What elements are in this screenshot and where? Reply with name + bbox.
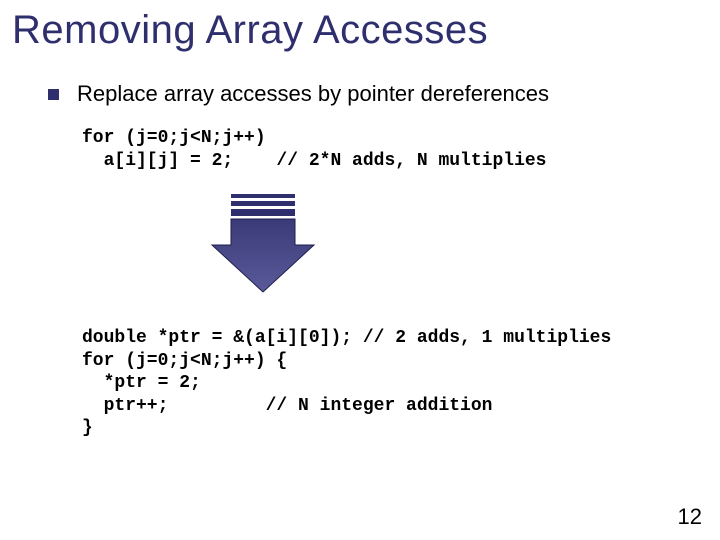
bullet-item: Replace array accesses by pointer derefe… bbox=[48, 81, 720, 107]
code-before: for (j=0;j<N;j++) a[i][j] = 2; // 2*N ad… bbox=[82, 127, 720, 172]
slide-content: Replace array accesses by pointer derefe… bbox=[0, 53, 720, 440]
code-line: for (j=0;j<N;j++) { bbox=[82, 351, 287, 371]
bullet-text: Replace array accesses by pointer derefe… bbox=[77, 81, 549, 107]
square-bullet-icon bbox=[48, 89, 59, 100]
code-line: ptr++; // N integer addition bbox=[82, 396, 492, 416]
code-after: double *ptr = &(a[i][0]); // 2 adds, 1 m… bbox=[82, 327, 720, 440]
down-arrow-icon bbox=[208, 190, 720, 305]
code-line: for (j=0;j<N;j++) bbox=[82, 128, 266, 148]
page-number: 12 bbox=[678, 504, 702, 530]
slide-title: Removing Array Accesses bbox=[0, 0, 720, 53]
code-line: } bbox=[82, 418, 93, 438]
code-line: *ptr = 2; bbox=[82, 373, 201, 393]
code-line: a[i][j] = 2; // 2*N adds, N multiplies bbox=[82, 151, 546, 171]
code-line: double *ptr = &(a[i][0]); // 2 adds, 1 m… bbox=[82, 328, 611, 348]
